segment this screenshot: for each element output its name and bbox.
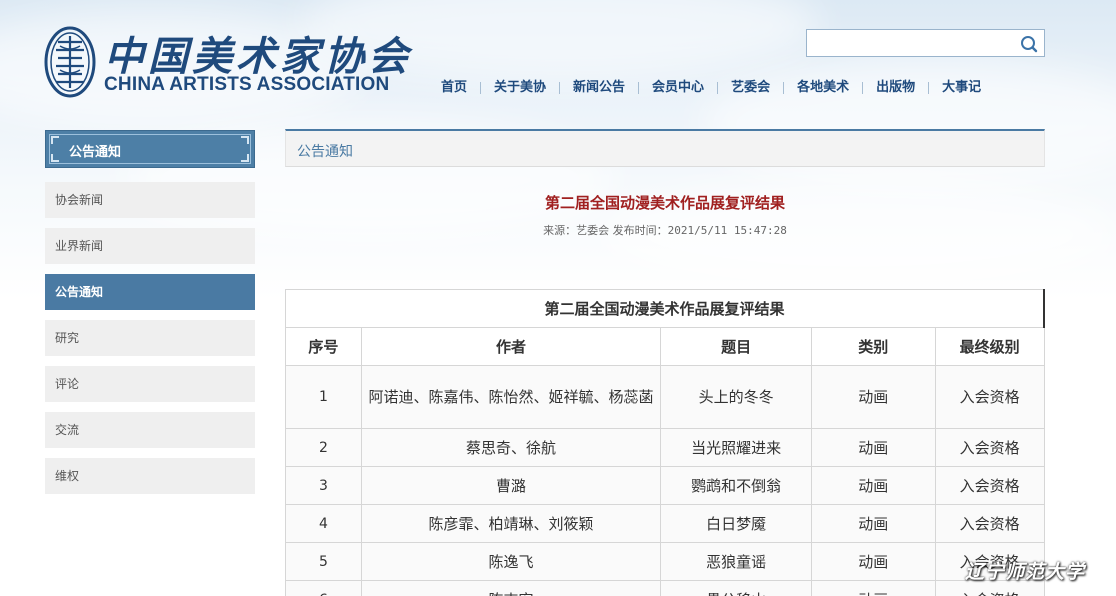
- cell-index: 4: [285, 504, 362, 543]
- column-header: 作者: [360, 327, 662, 366]
- cell-index: 1: [285, 365, 362, 429]
- content-section-header: 公告通知: [285, 129, 1045, 167]
- nav-home[interactable]: 首页: [428, 79, 480, 97]
- association-emblem-icon: [44, 26, 96, 98]
- nav-members[interactable]: 会员中心: [639, 79, 717, 97]
- site-logo[interactable]: 中国美术家协会 CHINA ARTISTS ASSOCIATION: [44, 26, 408, 100]
- sidebar-item-exchange[interactable]: 交流: [45, 412, 255, 448]
- cell-title: 头上的冬冬: [660, 365, 812, 429]
- cell-index: 2: [285, 428, 362, 467]
- sidebar-menu: 协会新闻 业界新闻 公告通知 研究 评论 交流 维权: [45, 182, 255, 504]
- cell-title: 鹦鹉和不倒翁: [660, 466, 812, 505]
- table-row: 6 陈吉宏 愚公移山 动画 入会资格: [285, 580, 1045, 596]
- cell-author: 阿诺迪、陈嘉伟、陈怡然、姬祥毓、杨蕊菡: [360, 365, 662, 429]
- sidebar-title-label: 公告通知: [69, 145, 122, 160]
- search-icon[interactable]: [1019, 34, 1039, 54]
- cell-category: 动画: [810, 466, 936, 505]
- nav-chronicle[interactable]: 大事记: [929, 79, 994, 97]
- sidebar-item-association-news[interactable]: 协会新闻: [45, 182, 255, 218]
- sidebar-item-industry-news[interactable]: 业界新闻: [45, 228, 255, 264]
- main-nav: 首页 关于美协 新闻公告 会员中心 艺委会 各地美术 出版物 大事记: [428, 78, 994, 98]
- nav-publications[interactable]: 出版物: [863, 79, 928, 97]
- cell-category: 动画: [810, 365, 936, 429]
- frame-corner: [51, 154, 59, 162]
- nav-art-committee[interactable]: 艺委会: [718, 79, 783, 97]
- cell-category: 动画: [810, 428, 936, 467]
- table-row: 5 陈逸飞 恶狼童谣 动画 入会资格: [285, 542, 1045, 581]
- cell-category: 动画: [810, 580, 936, 596]
- column-header: 序号: [285, 327, 362, 366]
- cell-category: 动画: [810, 542, 936, 581]
- column-header: 类别: [810, 327, 936, 366]
- table-row: 3 曹潞 鹦鹉和不倒翁 动画 入会资格: [285, 466, 1045, 505]
- nav-regional[interactable]: 各地美术: [784, 79, 862, 97]
- logo-english-text: CHINA ARTISTS ASSOCIATION: [104, 74, 390, 95]
- article-title: 第二届全国动漫美术作品展复评结果: [544, 194, 785, 212]
- cell-title: 白日梦魇: [660, 504, 812, 543]
- nav-about[interactable]: 关于美协: [481, 79, 559, 97]
- frame-corner: [51, 136, 59, 144]
- nav-news[interactable]: 新闻公告: [560, 79, 638, 97]
- cell-category: 动画: [810, 504, 936, 543]
- sidebar-item-announcements[interactable]: 公告通知: [45, 274, 255, 310]
- table-caption-row: 第二届全国动漫美术作品展复评结果: [285, 289, 1045, 328]
- article-meta: 来源：艺委会 发布时间：2021/5/11 15:47:28: [285, 222, 1045, 238]
- cell-index: 6: [285, 580, 362, 596]
- table-row: 1 阿诺迪、陈嘉伟、陈怡然、姬祥毓、杨蕊菡 头上的冬冬 动画 入会资格: [285, 365, 1045, 429]
- table-row: 2 蔡思奇、徐航 当光照耀进来 动画 入会资格: [285, 428, 1045, 467]
- cell-author: 曹潞: [360, 466, 662, 505]
- table-caption: 第二届全国动漫美术作品展复评结果: [285, 289, 1045, 328]
- sidebar-title: 公告通知: [45, 130, 255, 168]
- article-publish-time: 2021/5/11 15:47:28: [667, 224, 787, 237]
- column-header: 题目: [660, 327, 812, 366]
- results-table: 第二届全国动漫美术作品展复评结果 序号 作者 题目 类别 最终级别 1 阿诺迪、…: [285, 289, 1045, 596]
- sidebar-item-rights[interactable]: 维权: [45, 458, 255, 494]
- search-input[interactable]: [807, 30, 1012, 56]
- frame-corner: [241, 136, 249, 144]
- cell-level: 入会资格: [934, 504, 1045, 543]
- cell-index: 5: [285, 542, 362, 581]
- cell-author: 陈吉宏: [360, 580, 662, 596]
- frame-corner: [241, 154, 249, 162]
- cell-level: 入会资格: [934, 428, 1045, 467]
- table-header-row: 序号 作者 题目 类别 最终级别: [285, 327, 1045, 366]
- cell-author: 蔡思奇、徐航: [360, 428, 662, 467]
- cell-title: 当光照耀进来: [660, 428, 812, 467]
- cell-index: 3: [285, 466, 362, 505]
- table-row: 4 陈彦霏、柏靖琳、刘筱颖 白日梦魇 动画 入会资格: [285, 504, 1045, 543]
- search-box: [806, 29, 1045, 57]
- column-header: 最终级别: [934, 327, 1045, 366]
- cell-level: 入会资格: [934, 365, 1045, 429]
- section-title: 公告通知: [297, 144, 353, 160]
- cell-author: 陈彦霏、柏靖琳、刘筱颖: [360, 504, 662, 543]
- sidebar-item-research[interactable]: 研究: [45, 320, 255, 356]
- article-source: 来源：艺委会 发布时间：: [543, 224, 668, 237]
- cell-level: 入会资格: [934, 466, 1045, 505]
- cell-author: 陈逸飞: [360, 542, 662, 581]
- cell-title: 恶狼童谣: [660, 542, 812, 581]
- sidebar-item-reviews[interactable]: 评论: [45, 366, 255, 402]
- university-watermark: 辽宁师范大学: [965, 561, 1086, 583]
- cell-title: 愚公移山: [660, 580, 812, 596]
